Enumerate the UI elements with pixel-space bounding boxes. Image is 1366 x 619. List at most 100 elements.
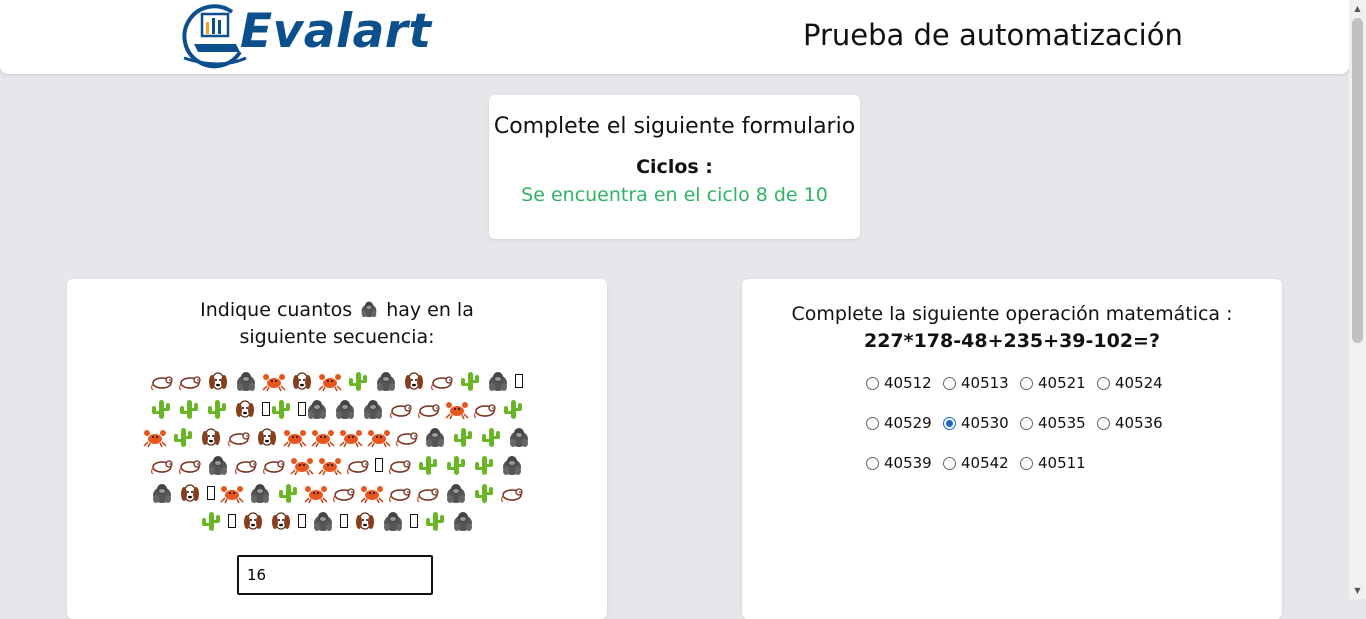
scroll-down-arrow-icon[interactable]: ▼	[1349, 582, 1366, 599]
gorilla-icon	[248, 482, 272, 504]
option-label: 40529	[884, 414, 932, 432]
option-radio[interactable]	[866, 376, 879, 390]
unrendered-glyph-icon	[206, 482, 216, 504]
rat-icon	[346, 454, 370, 476]
rat-icon	[473, 398, 497, 420]
crab-icon	[290, 454, 314, 476]
gorilla-icon	[150, 482, 174, 504]
cactus-icon	[472, 482, 496, 504]
answer-option[interactable]: 40524	[1097, 373, 1174, 393]
crab-icon	[283, 426, 307, 448]
cactus-icon	[472, 454, 496, 476]
crab-icon	[445, 398, 469, 420]
emoji-row	[147, 395, 527, 423]
options-row: 40512 40513 40521 40524	[866, 373, 1186, 413]
answer-option[interactable]: 40529	[866, 413, 943, 433]
answer-option[interactable]: 40535	[1020, 413, 1097, 433]
option-radio[interactable]	[866, 456, 879, 470]
gorilla-icon	[361, 398, 385, 420]
rat-icon	[417, 398, 441, 420]
rat-icon	[178, 370, 202, 392]
option-label: 40536	[1115, 414, 1163, 432]
scroll-thumb[interactable]	[1352, 18, 1363, 343]
option-radio[interactable]	[943, 416, 956, 430]
answer-option[interactable]: 40513	[943, 373, 1020, 393]
rat-icon	[388, 482, 412, 504]
rat-icon	[500, 482, 524, 504]
answer-option[interactable]: 40511	[1020, 453, 1097, 473]
crab-icon	[367, 426, 391, 448]
crab-icon	[143, 426, 167, 448]
option-radio[interactable]	[1020, 416, 1033, 430]
answer-option[interactable]: 40539	[866, 453, 943, 473]
rat-icon	[416, 482, 440, 504]
answer-input[interactable]	[237, 555, 433, 595]
scroll-up-arrow-icon[interactable]: ▲	[1349, 0, 1366, 17]
gorilla-icon	[206, 454, 230, 476]
answer-option[interactable]: 40521	[1020, 373, 1097, 393]
vertical-scrollbar[interactable]: ▲ ▼	[1349, 0, 1366, 599]
cactus-icon	[444, 454, 468, 476]
answer-option[interactable]: 40512	[866, 373, 943, 393]
rat-icon	[227, 426, 251, 448]
answer-option[interactable]: 40530	[943, 413, 1020, 433]
logo-text: Evalart	[240, 4, 432, 59]
gorilla-icon	[305, 398, 329, 420]
gorilla-icon	[234, 370, 258, 392]
answer-option[interactable]: 40536	[1097, 413, 1174, 433]
gorilla-icon	[444, 482, 468, 504]
rat-icon	[389, 398, 413, 420]
option-radio[interactable]	[943, 456, 956, 470]
option-label: 40535	[1038, 414, 1086, 432]
cactus-icon	[199, 510, 223, 532]
cactus-icon	[451, 426, 475, 448]
cactus-icon	[501, 398, 525, 420]
dog-icon	[233, 398, 257, 420]
cactus-icon	[423, 510, 447, 532]
option-label: 40513	[961, 374, 1009, 392]
dog-icon	[353, 510, 377, 532]
cactus-icon	[171, 426, 195, 448]
dog-icon	[241, 510, 265, 532]
emoji-row	[143, 423, 528, 451]
answer-option[interactable]: 40542	[943, 453, 1020, 473]
rat-icon	[150, 370, 174, 392]
rat-icon	[234, 454, 258, 476]
gorilla-icon	[358, 299, 380, 318]
option-radio[interactable]	[866, 416, 879, 430]
math-card: Complete la siguiente operación matemáti…	[742, 279, 1282, 619]
option-label: 40542	[961, 454, 1009, 472]
crab-icon	[220, 482, 244, 504]
cactus-icon	[205, 398, 229, 420]
gorilla-icon	[486, 370, 510, 392]
unrendered-glyph-icon	[261, 398, 270, 420]
option-radio[interactable]	[1020, 376, 1033, 390]
crab-icon	[360, 482, 384, 504]
cactus-icon	[269, 398, 293, 420]
unrendered-glyph-icon	[297, 398, 306, 420]
rat-icon	[332, 482, 356, 504]
cactus-icon	[458, 370, 482, 392]
dog-icon	[290, 370, 314, 392]
gorilla-icon	[507, 426, 531, 448]
unrendered-glyph-icon	[409, 510, 419, 532]
emoji-row	[147, 479, 527, 507]
form-title: Complete el siguiente formulario	[493, 114, 856, 139]
dog-icon	[269, 510, 293, 532]
option-radio[interactable]	[943, 376, 956, 390]
dog-icon	[206, 370, 230, 392]
dog-icon	[402, 370, 426, 392]
options-row: 40539 40542 40511	[866, 453, 1186, 493]
dog-icon	[178, 482, 202, 504]
rat-icon	[150, 454, 174, 476]
gorilla-icon	[333, 398, 357, 420]
option-radio[interactable]	[1020, 456, 1033, 470]
unrendered-glyph-icon	[339, 510, 349, 532]
crab-icon	[318, 370, 342, 392]
math-prompt: Complete la siguiente operación matemáti…	[791, 303, 1233, 325]
emoji-question: Indique cuantos hay en la siguiente secu…	[157, 297, 517, 351]
option-radio[interactable]	[1097, 416, 1110, 430]
option-label: 40524	[1115, 374, 1163, 392]
option-radio[interactable]	[1097, 376, 1110, 390]
cycles-label: Ciclos :	[636, 156, 713, 178]
